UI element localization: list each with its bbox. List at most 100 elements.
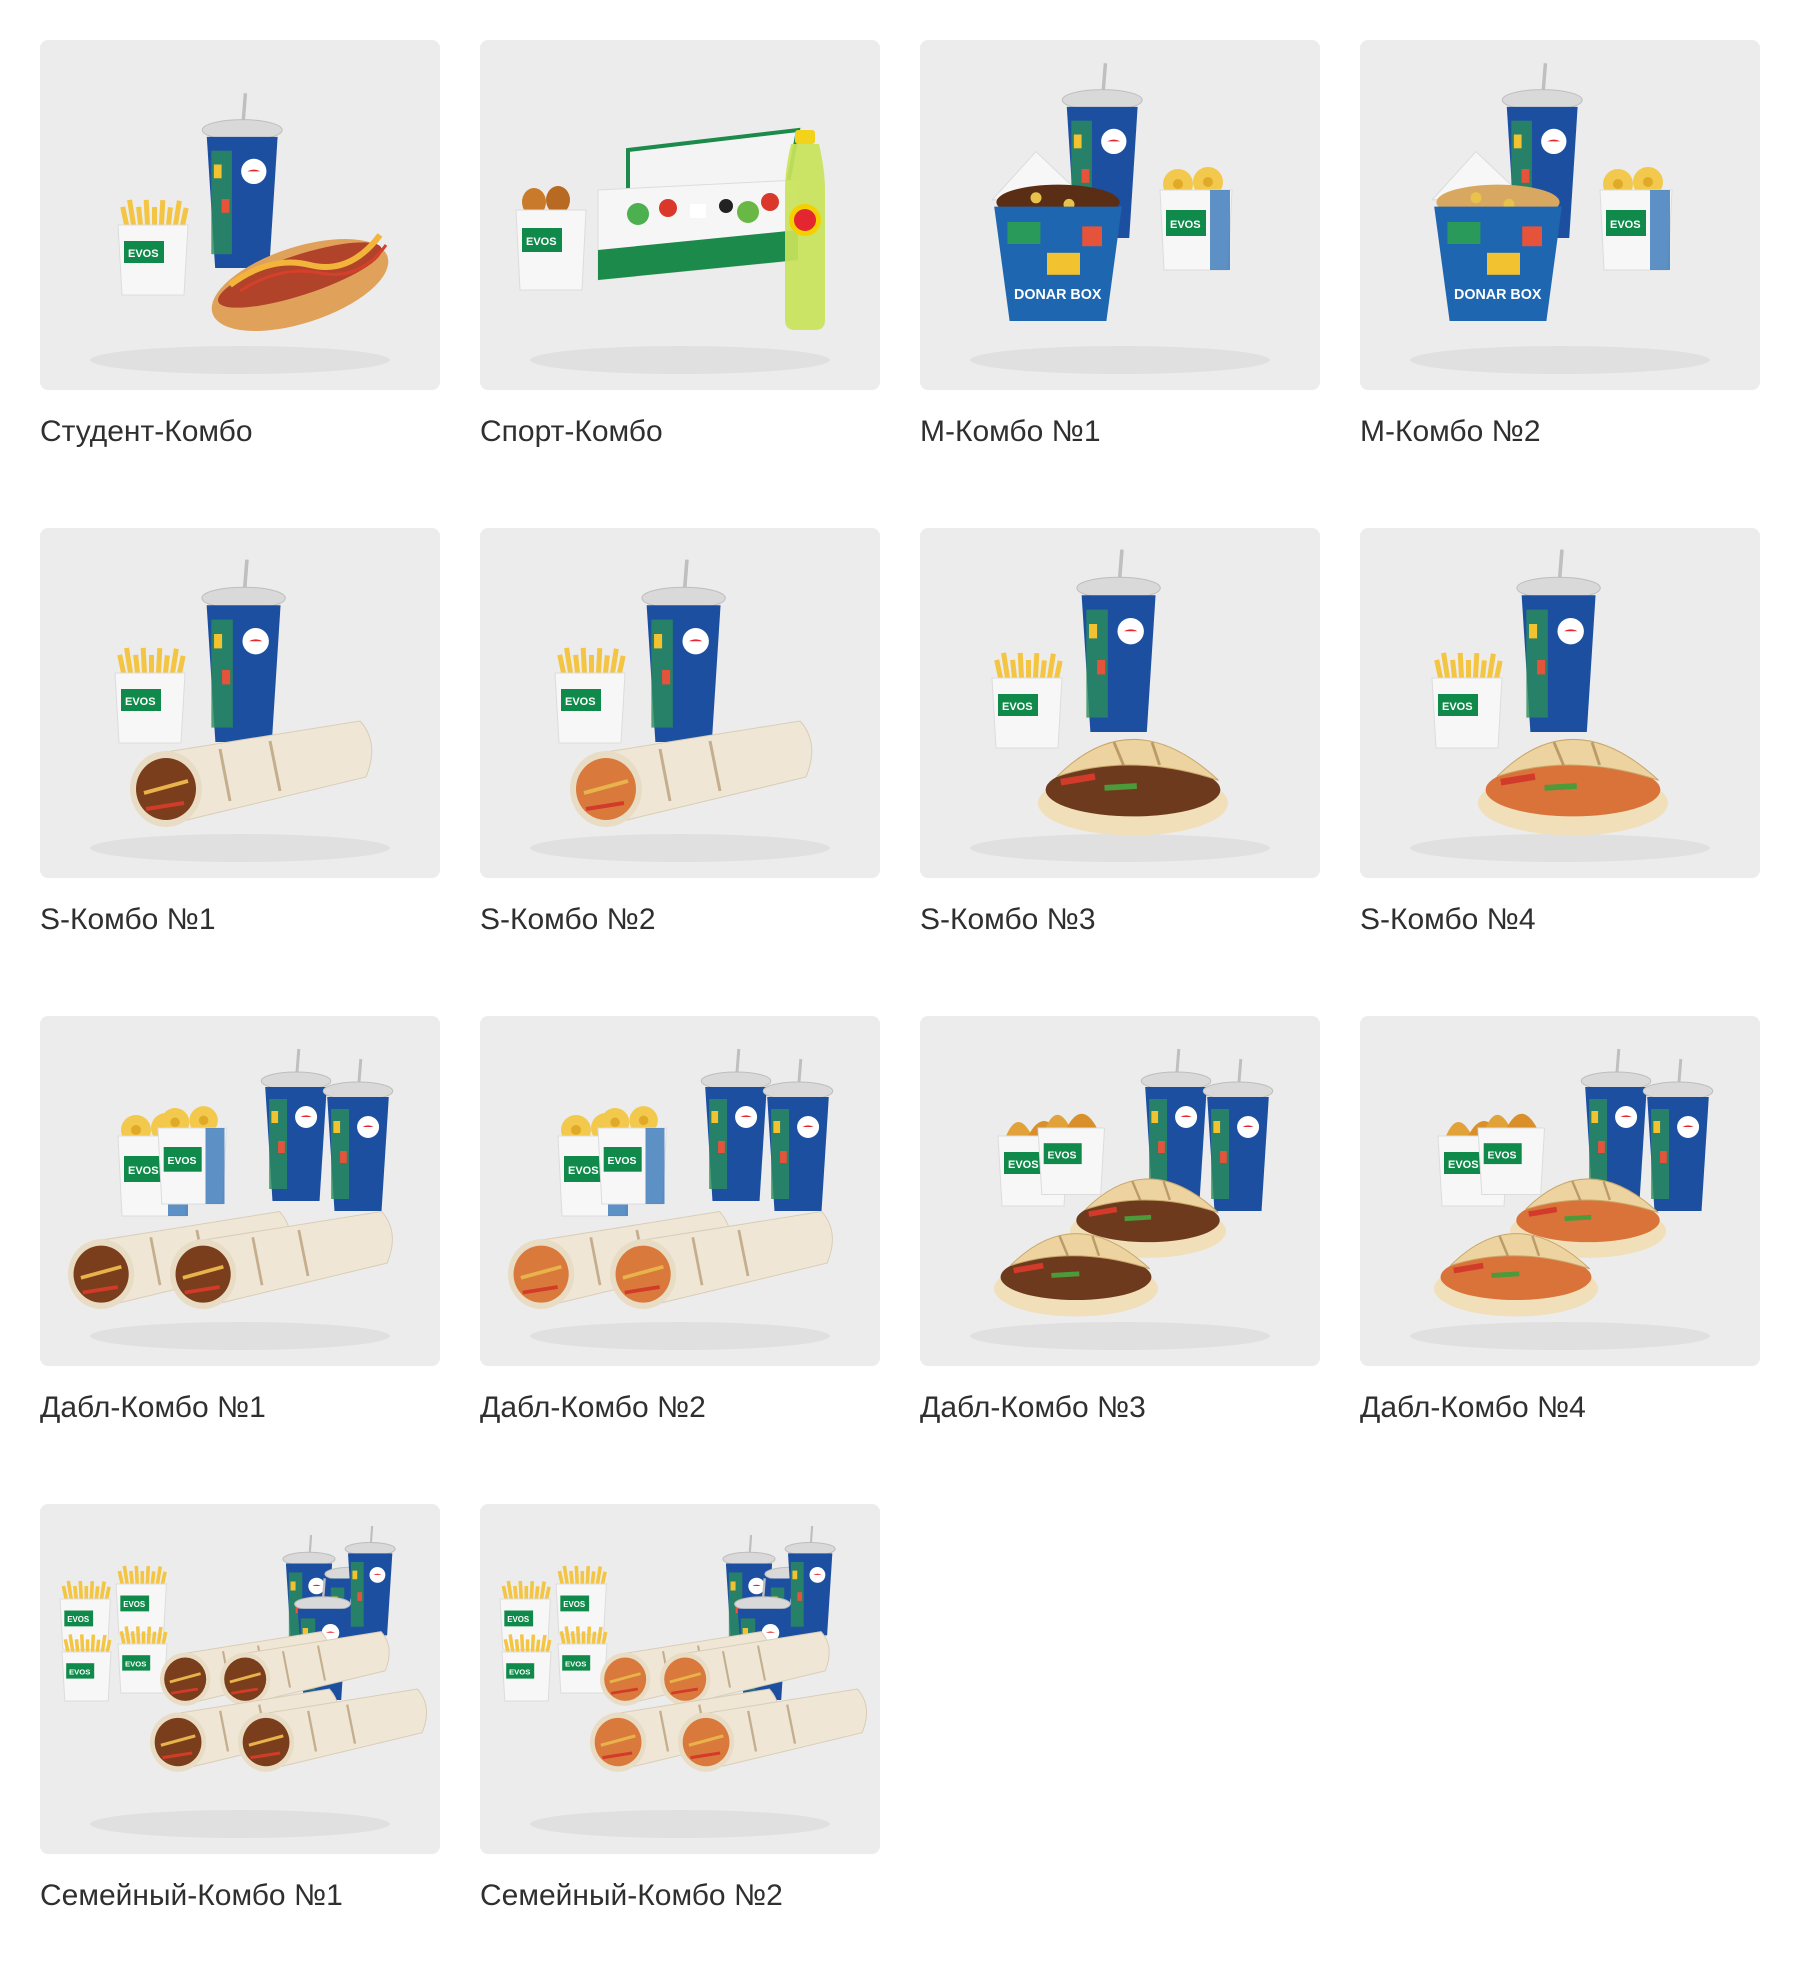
combo-donar-box-chicken-drink-illustration: DONAR BOX EVOS — [1410, 63, 1710, 374]
product-title[interactable]: Семейный-Комбо №1 — [40, 1876, 440, 1916]
product-title[interactable]: Дабл-Комбо №3 — [920, 1388, 1320, 1428]
fries-icon: EVOS — [557, 1626, 608, 1694]
fries-icon: EVOS — [114, 647, 186, 744]
potato-rings-icon: EVOS — [157, 1106, 227, 1205]
product-image[interactable]: EVOS — [40, 528, 440, 878]
combo-family-wrap-chicken-illustration: EVOS EVOS EVOS EVOS — [499, 1525, 868, 1838]
product-image[interactable]: EVOS EVOS EVOS EVOS — [40, 1504, 440, 1854]
fries-icon: EVOS — [1431, 652, 1503, 749]
svg-text:EVOS: EVOS — [1448, 1159, 1479, 1171]
drink-cup-icon — [1076, 549, 1161, 732]
drink-cup-icon — [1580, 1048, 1652, 1201]
svg-text:EVOS: EVOS — [526, 236, 557, 248]
svg-text:EVOS: EVOS — [565, 696, 596, 708]
combo-double-wrap-chicken-illustration: EVOS EVOS — [508, 1048, 834, 1350]
product-card[interactable]: DONAR BOX EVOS M-Комбо №1 — [920, 40, 1320, 452]
combo-wrap-beef-fries-drink-illustration: EVOS — [90, 559, 390, 862]
svg-text:EVOS: EVOS — [123, 1600, 145, 1609]
potato-rings-icon: EVOS — [1599, 167, 1673, 271]
product-image[interactable]: EVOS — [480, 528, 880, 878]
svg-text:EVOS: EVOS — [507, 1615, 529, 1624]
svg-text:EVOS: EVOS — [608, 1156, 637, 1167]
product-title[interactable]: M-Комбо №2 — [1360, 412, 1760, 452]
product-title[interactable]: S-Комбо №2 — [480, 900, 880, 940]
product-image[interactable]: EVOS EVOS — [1360, 1016, 1760, 1366]
product-image[interactable]: EVOS EVOS — [480, 1016, 880, 1366]
product-card[interactable]: EVOS S-Комбо №3 — [920, 528, 1320, 940]
product-card[interactable]: EVOS Студент-Комбо — [40, 40, 440, 452]
potato-wedges-icon: EVOS — [1037, 1113, 1106, 1195]
svg-text:EVOS: EVOS — [168, 1156, 197, 1167]
product-image[interactable]: EVOS — [480, 40, 880, 390]
svg-text:EVOS: EVOS — [125, 1659, 146, 1668]
drink-cup-icon — [344, 1525, 396, 1636]
product-title[interactable]: S-Комбо №3 — [920, 900, 1320, 940]
drink-cup-icon — [700, 1048, 772, 1201]
chicken-pita-icon — [1478, 738, 1668, 836]
fries-icon: EVOS — [115, 1565, 167, 1635]
product-card[interactable]: DONAR BOX EVOS M-Комбо №2 — [1360, 40, 1760, 452]
drink-cup-icon — [322, 1058, 394, 1211]
svg-text:EVOS: EVOS — [568, 1165, 599, 1177]
product-title[interactable]: Дабл-Комбо №2 — [480, 1388, 880, 1428]
product-image[interactable]: EVOS EVOS EVOS EVOS — [480, 1504, 880, 1854]
product-image[interactable]: EVOS — [1360, 528, 1760, 878]
product-card[interactable]: EVOS EVOS — [40, 1016, 440, 1428]
fries-icon: EVOS — [554, 647, 626, 744]
combo-donar-box-rings-drink-illustration: DONAR BOX EVOS — [970, 63, 1270, 374]
drink-cup-icon — [641, 559, 726, 742]
product-image[interactable]: EVOS EVOS — [40, 1016, 440, 1366]
svg-text:EVOS: EVOS — [563, 1600, 585, 1609]
product-card[interactable]: EVOS Спорт-Комбо — [480, 40, 880, 452]
drink-cup-icon — [1642, 1058, 1714, 1211]
product-card[interactable]: EVOS S-Комбо №2 — [480, 528, 880, 940]
svg-text:EVOS: EVOS — [1170, 219, 1201, 231]
svg-text:EVOS: EVOS — [509, 1667, 530, 1676]
product-title[interactable]: Спорт-Комбо — [480, 412, 880, 452]
product-title[interactable]: Дабл-Комбо №1 — [40, 1388, 440, 1428]
svg-text:EVOS: EVOS — [125, 696, 156, 708]
combo-double-pita-chicken-illustration: EVOS EVOS — [1410, 1048, 1714, 1350]
svg-text:EVOS: EVOS — [1048, 1150, 1077, 1161]
drink-cup-icon — [1140, 1048, 1212, 1201]
product-card[interactable]: EVOS EVOS EVOS EVOS — [40, 1504, 440, 1916]
svg-text:EVOS: EVOS — [1008, 1159, 1039, 1171]
svg-text:EVOS: EVOS — [1610, 219, 1641, 231]
combo-pita-chicken-fries-drink-illustration: EVOS — [1410, 549, 1710, 862]
product-card[interactable]: EVOS EVOS EVOS EVOS — [480, 1504, 880, 1916]
svg-text:EVOS: EVOS — [67, 1615, 89, 1624]
product-image[interactable]: EVOS — [920, 528, 1320, 878]
combo-pita-beef-fries-drink-illustration: EVOS — [970, 549, 1270, 862]
combo-salad-nuggets-tea-illustration: EVOS — [515, 127, 830, 374]
product-image[interactable]: DONAR BOX EVOS — [1360, 40, 1760, 390]
product-card[interactable]: EVOS EVOS — [1360, 1016, 1760, 1428]
combo-hotdog-fries-drink-illustration: EVOS — [90, 93, 390, 374]
product-title[interactable]: S-Комбо №4 — [1360, 900, 1760, 940]
svg-text:EVOS: EVOS — [69, 1667, 90, 1676]
svg-text:EVOS: EVOS — [128, 248, 159, 260]
drink-cup-icon — [1202, 1058, 1274, 1211]
product-title[interactable]: Студент-Комбо — [40, 412, 440, 452]
svg-text:EVOS: EVOS — [1488, 1150, 1517, 1161]
combo-double-pita-beef-illustration: EVOS EVOS — [970, 1048, 1274, 1350]
beef-pita-icon — [1038, 738, 1228, 836]
fries-icon: EVOS — [555, 1565, 607, 1635]
svg-text:EVOS: EVOS — [1002, 701, 1033, 713]
fries-icon: EVOS — [117, 1626, 168, 1694]
product-card[interactable]: EVOS EVOS — [920, 1016, 1320, 1428]
product-card[interactable]: EVOS EVOS — [480, 1016, 880, 1428]
svg-text:EVOS: EVOS — [1442, 701, 1473, 713]
product-card[interactable]: EVOS S-Комбо №4 — [1360, 528, 1760, 940]
product-image[interactable]: EVOS EVOS — [920, 1016, 1320, 1366]
product-title[interactable]: Семейный-Комбо №2 — [480, 1876, 880, 1916]
drink-cup-icon — [1516, 549, 1601, 732]
product-title[interactable]: S-Комбо №1 — [40, 900, 440, 940]
combo-double-wrap-beef-illustration: EVOS EVOS — [68, 1048, 394, 1350]
product-title[interactable]: Дабл-Комбо №4 — [1360, 1388, 1760, 1428]
fries-icon: EVOS — [117, 199, 189, 296]
potato-rings-icon: EVOS — [1159, 167, 1233, 271]
product-card[interactable]: EVOS S-Комбо №1 — [40, 528, 440, 940]
product-image[interactable]: DONAR BOX EVOS — [920, 40, 1320, 390]
product-image[interactable]: EVOS — [40, 40, 440, 390]
product-title[interactable]: M-Комбо №1 — [920, 412, 1320, 452]
